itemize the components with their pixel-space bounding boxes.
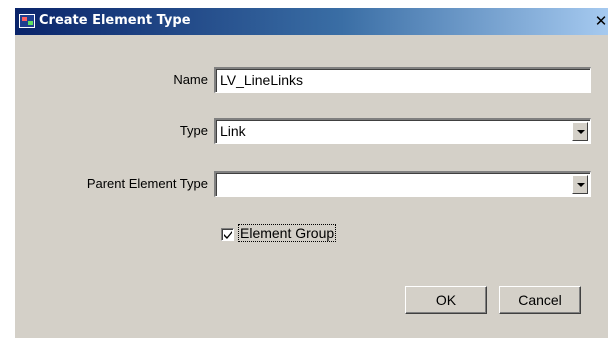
check-icon: [224, 231, 232, 239]
name-label: Name: [173, 72, 208, 87]
type-label: Type: [179, 123, 208, 138]
cancel-button[interactable]: Cancel: [499, 286, 581, 314]
type-dropdown-value: Link: [220, 123, 246, 139]
window-title: Create Element Type: [39, 13, 191, 28]
type-dropdown[interactable]: Link: [214, 118, 591, 144]
element-group-label[interactable]: Element Group: [237, 224, 337, 242]
title-bar[interactable]: Create Element Type ✕: [15, 8, 608, 35]
ok-button[interactable]: OK: [405, 286, 487, 314]
name-field[interactable]: LV_LineLinks: [214, 67, 591, 93]
close-button[interactable]: ✕: [591, 12, 608, 30]
parent-element-type-label: Parent Element Type: [86, 176, 208, 191]
create-element-type-dialog: Create Element Type ✕ Name LV_LineLinks …: [14, 8, 608, 338]
parent-element-type-dropdown[interactable]: [214, 171, 591, 197]
create-element-type-icon: [19, 14, 35, 28]
chevron-down-icon[interactable]: [572, 122, 588, 141]
element-group-checkbox[interactable]: [221, 228, 234, 241]
chevron-down-icon[interactable]: [572, 175, 588, 194]
